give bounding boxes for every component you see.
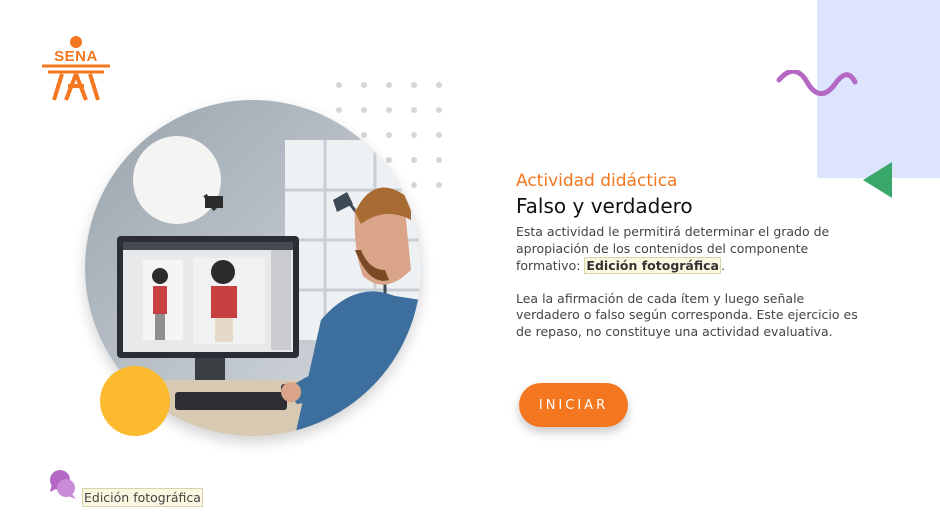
grid-dot bbox=[386, 157, 392, 163]
grid-dot bbox=[436, 107, 442, 113]
logo-text: SENA bbox=[54, 48, 98, 65]
decorative-yellow-circle bbox=[100, 366, 170, 436]
sena-logo: SENA bbox=[40, 34, 112, 104]
activity-description: Esta actividad le permitirá determinar e… bbox=[516, 224, 861, 275]
grid-dot bbox=[411, 157, 417, 163]
description-end: . bbox=[720, 258, 725, 273]
grid-dot bbox=[361, 132, 367, 138]
grid-dot bbox=[436, 157, 442, 163]
grid-dot bbox=[436, 132, 442, 138]
grid-dot bbox=[386, 82, 392, 88]
triangle-icon bbox=[863, 162, 892, 198]
grid-dot bbox=[336, 107, 342, 113]
wave-icon bbox=[776, 70, 858, 96]
activity-title: Falso y verdadero bbox=[516, 194, 693, 218]
grid-dot bbox=[411, 107, 417, 113]
grid-dot bbox=[361, 107, 367, 113]
activity-instructions: Lea la afirmación de cada ítem y luego s… bbox=[516, 290, 858, 339]
start-button[interactable]: INICIAR bbox=[519, 383, 628, 427]
grid-dot bbox=[436, 82, 442, 88]
activity-intro: Actividad didáctica Falso y verdadero Es… bbox=[516, 170, 861, 340]
chat-bubbles-icon bbox=[50, 470, 76, 499]
activity-subtitle: Actividad didáctica bbox=[516, 171, 678, 191]
grid-dot bbox=[386, 107, 392, 113]
footer-topic-label: Edición fotográfica bbox=[82, 488, 203, 507]
grid-dot bbox=[336, 82, 342, 88]
grid-dot bbox=[386, 132, 392, 138]
grid-dot bbox=[361, 82, 367, 88]
sena-emblem-icon bbox=[42, 36, 110, 101]
grid-dot bbox=[411, 82, 417, 88]
grid-dot bbox=[411, 132, 417, 138]
grid-dot bbox=[411, 182, 417, 188]
topic-tag: Edición fotográfica bbox=[584, 257, 721, 274]
grid-dot bbox=[436, 182, 442, 188]
